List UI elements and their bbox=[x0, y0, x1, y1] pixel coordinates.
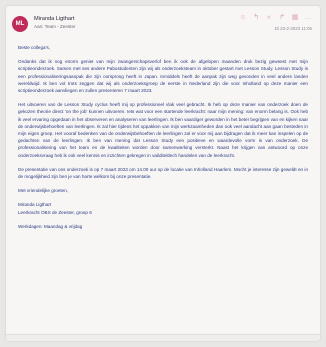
recipients[interactable]: Aan: Team - Zeester bbox=[34, 24, 76, 29]
signature-workdays: Werkdagen: Maandag & vrijdag bbox=[18, 223, 83, 229]
forward-icon[interactable]: ↱ bbox=[278, 14, 286, 22]
signature-role: Leerkracht OBS de Zeester, groep 6 bbox=[18, 209, 92, 215]
message-actions: ☺ ↰ « ↱ ▦ … bbox=[239, 14, 312, 22]
greeting: Beste collega's, bbox=[18, 45, 51, 50]
email-reading-pane: ML Miranda Ligthart Aan: Team - Zeester … bbox=[6, 6, 320, 341]
reply-all-icon[interactable]: « bbox=[265, 14, 273, 22]
apps-icon[interactable]: ▦ bbox=[291, 14, 299, 22]
smiley-icon[interactable]: ☺ bbox=[239, 14, 247, 22]
sender-name[interactable]: Miranda Ligthart bbox=[34, 16, 74, 22]
paragraph-presentation: De presentatie van ons onderzoek is op 7… bbox=[18, 166, 308, 180]
email-body: Beste collega's, Ondanks dat ik nog enor… bbox=[18, 44, 308, 230]
signature-name: Miranda Ligthart bbox=[18, 202, 52, 208]
sender-avatar[interactable]: ML bbox=[12, 16, 28, 32]
closing: Met vriendelijke groeten, bbox=[18, 188, 69, 194]
reply-icon[interactable]: ↰ bbox=[252, 14, 260, 22]
paragraph-reflection: Het uitvoeren van de Lesson Study cyclus… bbox=[18, 102, 308, 158]
sent-date: Di 23-2-2023 11:06 bbox=[274, 26, 312, 31]
paragraph-intro: Ondanks dat ik nog enorm geniet van mijn… bbox=[18, 59, 308, 94]
email-header: ML Miranda Ligthart Aan: Team - Zeester … bbox=[6, 6, 320, 42]
more-icon[interactable]: … bbox=[304, 14, 312, 22]
pane-bottom-bar bbox=[6, 334, 320, 341]
